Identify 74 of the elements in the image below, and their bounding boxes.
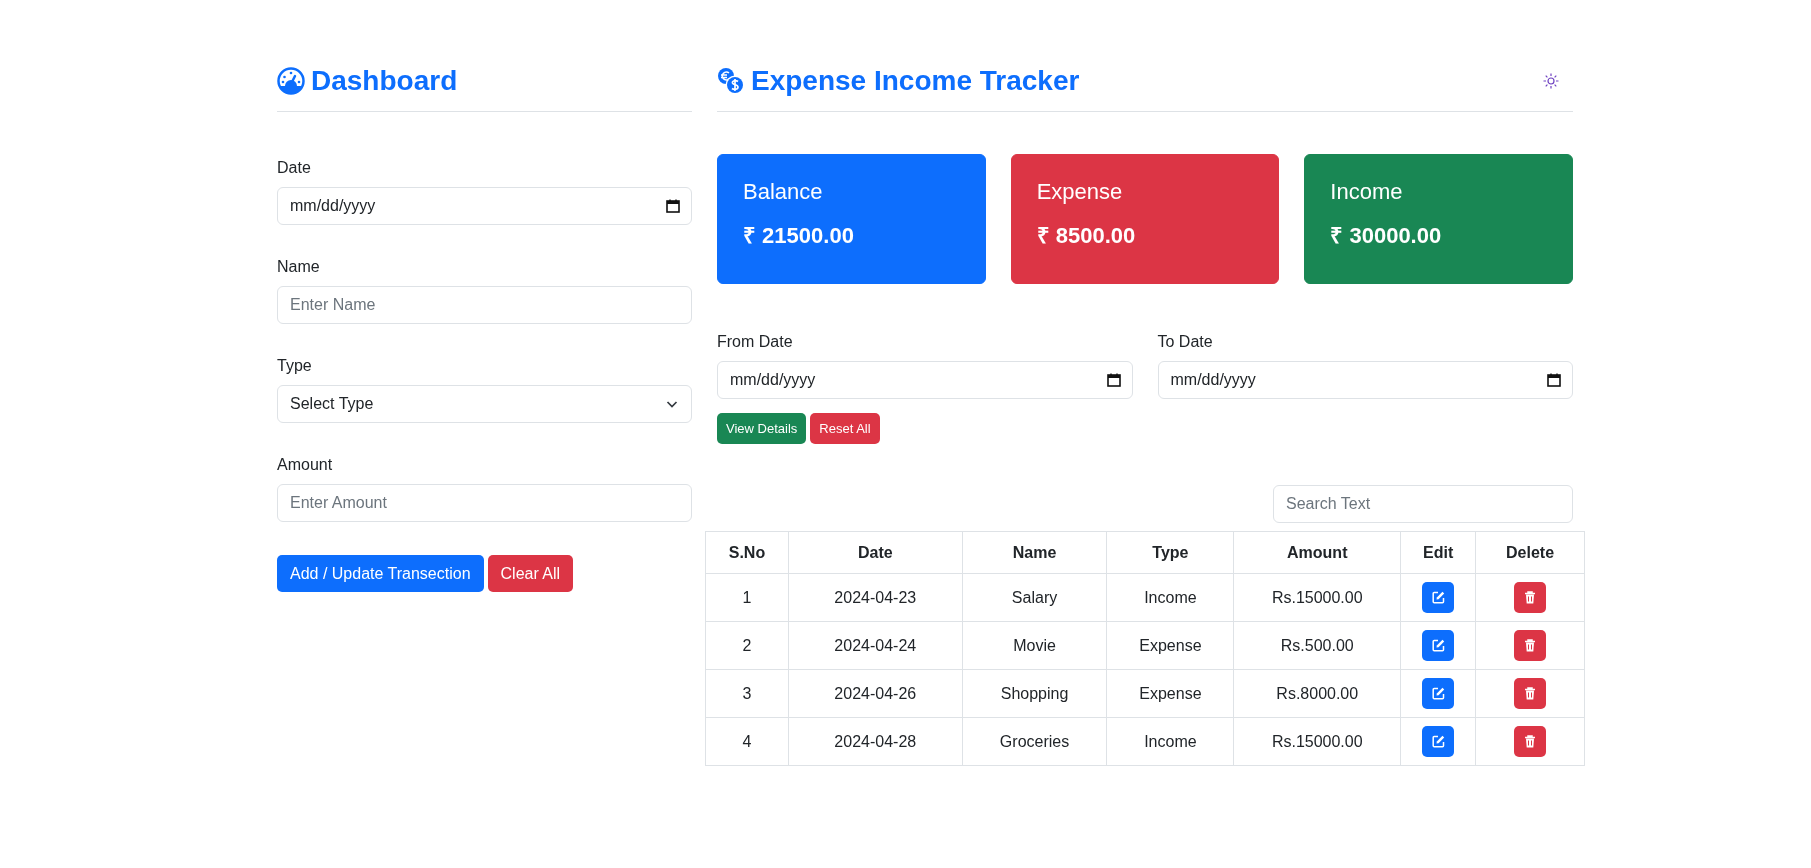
table-cell: Groceries — [999, 732, 1070, 751]
theme-toggle-icon[interactable] — [1543, 73, 1559, 89]
table-cell: Rs.15000.00 — [1271, 732, 1363, 751]
date-field[interactable]: mm/dd/yyyy — [1157, 361, 1573, 399]
edit-button[interactable] — [1422, 678, 1455, 709]
field-label: To Date — [1157, 333, 1213, 351]
dashboard-title: Dashboard — [311, 65, 458, 97]
type-select[interactable]: Select Type — [277, 385, 692, 423]
text-field[interactable]: Enter Name — [277, 286, 692, 324]
delete-button[interactable] — [1514, 630, 1547, 661]
delete-button[interactable] — [1514, 678, 1547, 709]
calendar-icon[interactable] — [1106, 373, 1121, 387]
search-field[interactable]: Search Text — [1273, 485, 1573, 523]
table-cell: 4 — [742, 732, 752, 751]
table-cell: 2024-04-23 — [834, 588, 917, 607]
table-cell: Income — [1144, 588, 1197, 607]
table-cell: Rs.15000.00 — [1271, 588, 1363, 607]
column-header: S.No — [728, 543, 766, 562]
field-label: Date — [277, 159, 311, 177]
edit-icon — [1431, 639, 1445, 652]
trash-icon — [1524, 735, 1537, 748]
field-label: Name — [277, 258, 320, 276]
card-title: Income — [1330, 179, 1403, 205]
card-title: Balance — [743, 179, 823, 205]
column-header: Delete — [1506, 543, 1555, 562]
date-field[interactable]: mm/dd/yyyy — [717, 361, 1133, 399]
calendar-icon[interactable] — [1547, 373, 1561, 387]
card-amount: ₹ 8500.00 — [1036, 222, 1136, 249]
calendar-icon[interactable] — [666, 199, 680, 213]
table-cell: Rs.8000.00 — [1276, 684, 1359, 703]
table-cell: Income — [1144, 732, 1197, 751]
gauge-icon — [277, 67, 305, 95]
delete-button[interactable] — [1514, 726, 1547, 757]
table-cell: 1 — [742, 588, 752, 607]
card-title: Expense — [1036, 179, 1123, 205]
table-cell: 3 — [742, 684, 752, 703]
trash-icon — [1524, 639, 1537, 652]
column-header: Date — [857, 543, 893, 562]
table-cell: 2024-04-28 — [834, 732, 917, 751]
action-button[interactable]: Clear All — [487, 555, 574, 592]
column-header: Edit — [1423, 543, 1454, 562]
coins-icon — [717, 67, 745, 95]
column-header: Type — [1152, 543, 1189, 562]
table-cell: Expense — [1139, 636, 1202, 655]
edit-icon — [1431, 591, 1445, 604]
field-label: Type — [277, 357, 312, 375]
card-amount: ₹ 21500.00 — [743, 222, 854, 249]
edit-button[interactable] — [1422, 726, 1455, 757]
text-field[interactable]: Enter Amount — [277, 484, 692, 522]
field-label: From Date — [717, 333, 793, 351]
action-button[interactable]: Add / Update Transection — [277, 555, 484, 592]
table-cell: Expense — [1139, 684, 1202, 703]
edit-icon — [1431, 687, 1445, 700]
delete-button[interactable] — [1514, 582, 1547, 613]
edit-button[interactable] — [1422, 582, 1455, 613]
table-cell: Movie — [1013, 636, 1056, 655]
table-cell: Shopping — [1000, 684, 1069, 703]
card-amount: ₹ 30000.00 — [1330, 222, 1442, 249]
table-cell: Rs.500.00 — [1280, 636, 1354, 655]
table-cell: 2024-04-24 — [834, 636, 917, 655]
table-cell: Salary — [1011, 588, 1058, 607]
trash-icon — [1524, 687, 1537, 700]
field-label: Amount — [277, 456, 333, 474]
action-button[interactable]: Reset All — [810, 413, 880, 444]
table-cell: 2 — [742, 636, 752, 655]
action-button[interactable]: View Details — [717, 413, 807, 444]
edit-icon — [1431, 735, 1445, 748]
table-cell: 2024-04-26 — [834, 684, 917, 703]
edit-button[interactable] — [1422, 630, 1455, 661]
trash-icon — [1524, 591, 1537, 604]
column-header: Amount — [1287, 543, 1348, 562]
app-title: Expense Income Tracker — [751, 65, 1080, 97]
column-header: Name — [1012, 543, 1057, 562]
date-field[interactable]: mm/dd/yyyy — [277, 187, 692, 225]
